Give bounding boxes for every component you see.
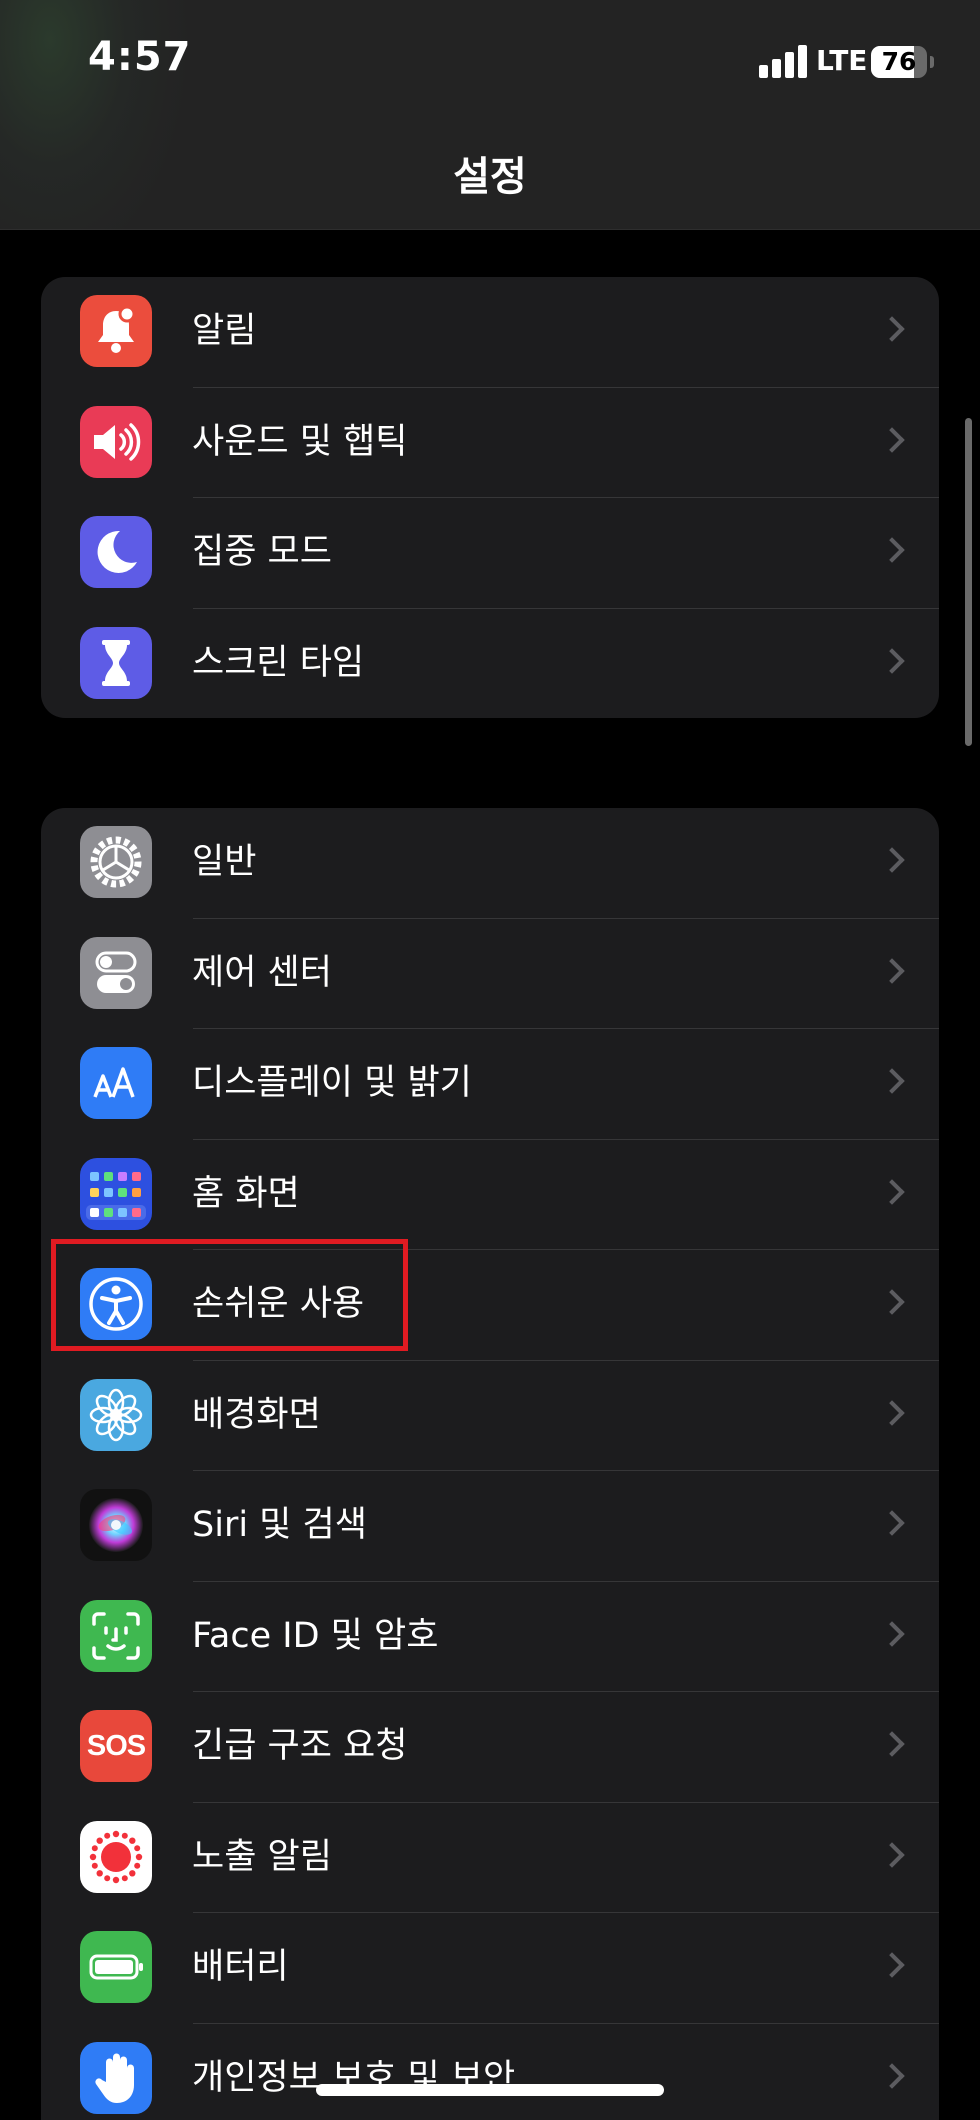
chevron-right-icon — [879, 1620, 905, 1647]
chevron-right-icon — [879, 1399, 905, 1426]
chevron-right-icon — [879, 316, 905, 342]
settings-row-label: 배터리 — [192, 1947, 289, 1987]
hand-icon — [80, 2041, 152, 2114]
exposure-icon — [80, 1820, 152, 1893]
chevron-right-icon — [879, 1510, 905, 1536]
sos-icon: SOS — [80, 1710, 152, 1782]
highlight-box — [51, 1239, 408, 1351]
chevron-right-icon — [879, 957, 905, 984]
gear-icon — [80, 826, 152, 898]
settings-row-battery[interactable]: 배터리 — [41, 1913, 939, 2024]
chevron-right-icon — [879, 1952, 905, 1978]
settings-row-face-id[interactable]: Face ID 및 암호 — [41, 1582, 939, 1693]
settings-row-label: 배경화면 — [192, 1394, 321, 1435]
battery-tip — [930, 56, 934, 68]
chevron-right-icon — [879, 847, 905, 873]
settings-row-exposure[interactable]: 노출 알림 — [41, 1803, 939, 1914]
settings-row-sounds[interactable]: 사운드 및 햅틱 — [41, 388, 939, 499]
page-title: 설정 — [453, 154, 527, 200]
chevron-right-icon — [879, 1289, 905, 1315]
status-bar: 4:57 LTE 76 설정 — [0, 0, 980, 230]
settings-row-label: Siri 및 검색 — [192, 1505, 367, 1545]
cellular-signal-icon — [759, 44, 809, 78]
settings-row-home-screen[interactable]: 홈 화면 — [41, 1140, 939, 1251]
settings-row-label: 홈 화면 — [192, 1173, 300, 1214]
settings-row-wallpaper[interactable]: 배경화면 — [41, 1361, 939, 1472]
settings-row-label: 제어 센터 — [192, 952, 332, 993]
battery-indicator-icon: 76 — [871, 46, 927, 78]
settings-row-privacy[interactable]: 개인정보 보호 및 보안 — [41, 2024, 939, 2120]
chevron-right-icon — [879, 1731, 905, 1757]
face-id-icon — [80, 1599, 152, 1672]
settings-row-label: 알림 — [192, 311, 257, 351]
bell-icon — [80, 295, 152, 367]
status-time: 4:57 — [88, 34, 192, 80]
settings-row-label: 일반 — [192, 842, 257, 882]
settings-row-label: 디스플레이 및 밝기 — [192, 1063, 472, 1103]
sos-icon-text: SOS — [86, 1729, 146, 1762]
battery-icon — [80, 1931, 152, 2003]
settings-row-focus[interactable]: 집중 모드 — [41, 498, 939, 609]
speaker-icon — [80, 405, 152, 478]
settings-row-emergency-sos[interactable]: SOS 긴급 구조 요청 — [41, 1692, 939, 1803]
settings-group-2: 일반 제어 센터 디스플레이 및 밝기 홈 화면 손쉬운 사용 배경화면 Sir… — [41, 808, 939, 2120]
settings-row-notifications[interactable]: 알림 — [41, 277, 939, 388]
chevron-right-icon — [879, 1178, 905, 1205]
flower-icon — [80, 1378, 152, 1451]
chevron-right-icon — [879, 1841, 905, 1868]
settings-row-label: Face ID 및 암호 — [192, 1615, 439, 1656]
settings-row-label: 개인정보 보호 및 보안 — [192, 2057, 516, 2098]
settings-row-label: 노출 알림 — [192, 1836, 332, 1877]
settings-row-label: 집중 모드 — [192, 532, 332, 572]
settings-row-control-center[interactable]: 제어 센터 — [41, 919, 939, 1030]
battery-level: 76 — [881, 47, 917, 76]
chevron-right-icon — [879, 426, 905, 453]
settings-group-1: 알림 사운드 및 햅틱 집중 모드 스크린 타임 — [41, 277, 939, 718]
text-size-icon — [80, 1047, 152, 1119]
home-grid-icon — [80, 1157, 152, 1230]
settings-row-display[interactable]: 디스플레이 및 밝기 — [41, 1029, 939, 1140]
moon-icon — [80, 516, 152, 588]
settings-row-siri[interactable]: Siri 및 검색 — [41, 1471, 939, 1582]
settings-row-screen-time[interactable]: 스크린 타임 — [41, 609, 939, 719]
network-type: LTE — [816, 44, 868, 77]
siri-icon — [80, 1489, 152, 1561]
settings-row-general[interactable]: 일반 — [41, 808, 939, 919]
chevron-right-icon — [879, 2062, 905, 2089]
toggles-icon — [80, 936, 152, 1009]
settings-row-label: 사운드 및 햅틱 — [192, 421, 408, 462]
chevron-right-icon — [879, 537, 905, 563]
home-indicator[interactable] — [316, 2084, 664, 2096]
scroll-indicator — [965, 418, 972, 746]
hourglass-icon — [80, 626, 152, 699]
settings-row-label: 스크린 타임 — [192, 642, 365, 683]
chevron-right-icon — [879, 647, 905, 674]
settings-row-label: 긴급 구조 요청 — [192, 1726, 408, 1766]
chevron-right-icon — [879, 1068, 905, 1094]
